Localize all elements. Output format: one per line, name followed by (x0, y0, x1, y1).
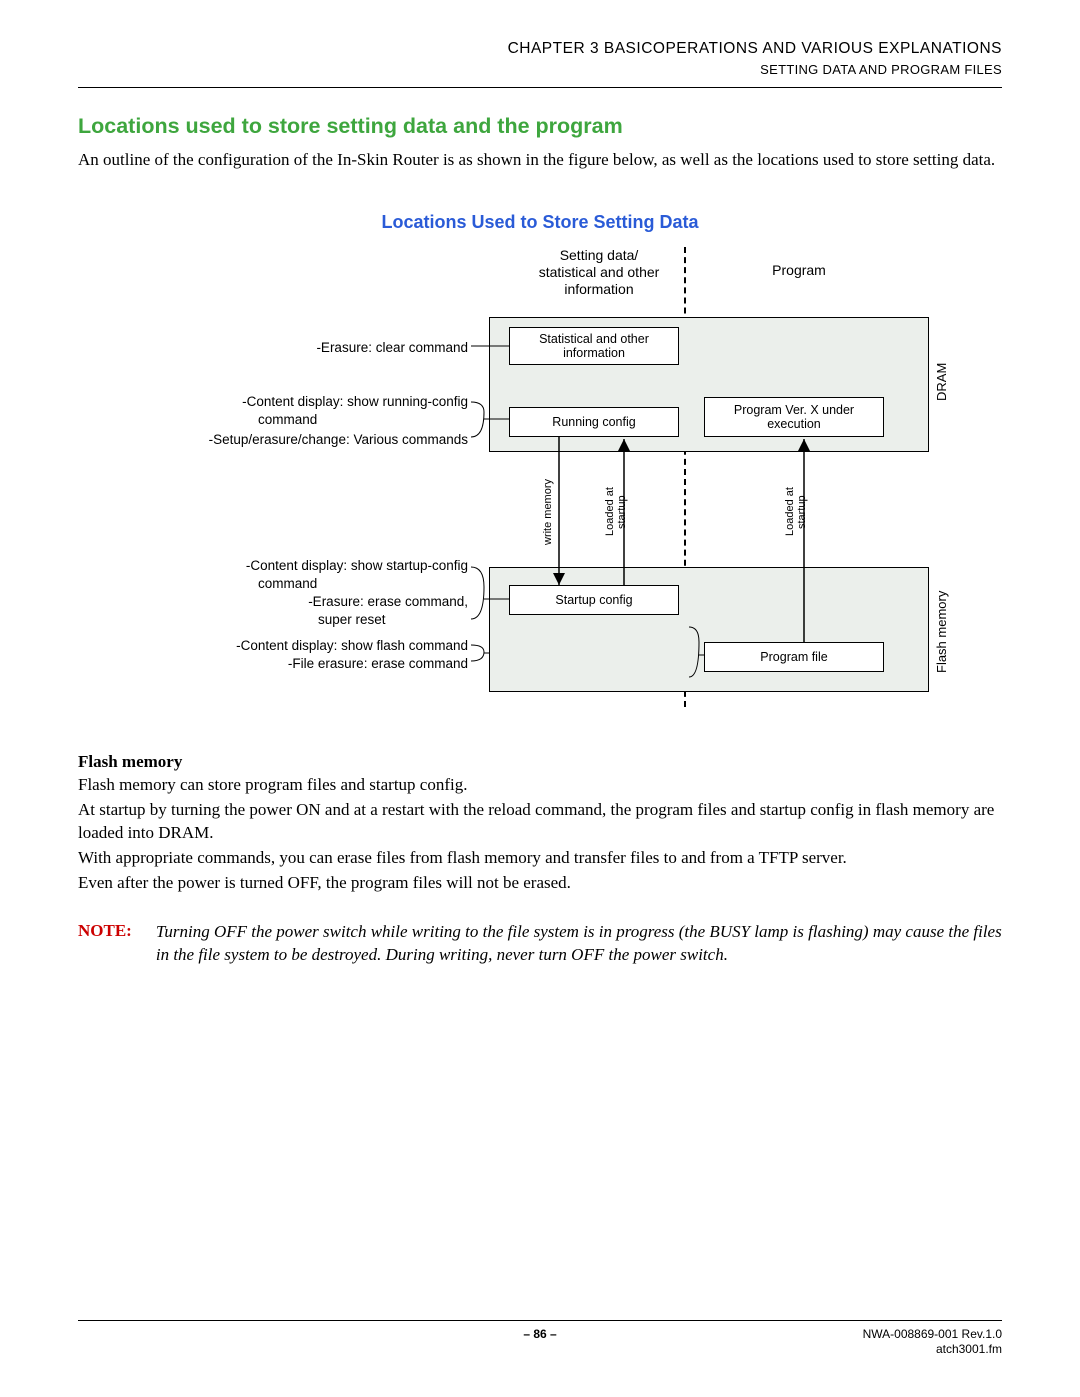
annot-erase-cmd-b: super reset (318, 611, 468, 629)
page-number: – 86 – (278, 1327, 802, 1357)
flash-p2: At startup by turning the power ON and a… (78, 799, 1002, 845)
diagram: Setting data/statistical and otherinform… (144, 247, 936, 722)
annot-show-running-b: command (258, 411, 468, 429)
annot-show-flash: -Content display: show flash command (236, 637, 468, 655)
diagram-title: Locations Used to Store Setting Data (78, 212, 1002, 233)
box-startup-config: Startup config (509, 585, 679, 615)
doc-id: NWA-008869-001 Rev.1.0 (802, 1327, 1002, 1342)
annot-setup-various: -Setup/erasure/change: Various commands (209, 431, 468, 449)
section-header: SETTING DATA AND PROGRAM FILES (78, 62, 1002, 77)
chapter-header: CHAPTER 3 BASICOPERATIONS AND VARIOUS EX… (78, 40, 1002, 58)
note-block: NOTE: Turning OFF the power switch while… (78, 921, 1002, 967)
col-header-left: Setting data/statistical and otherinform… (514, 247, 684, 297)
doc-file: atch3001.fm (802, 1342, 1002, 1357)
annot-erase-cmd-a: -Erasure: erase command, (308, 593, 468, 611)
page-footer: – 86 – NWA-008869-001 Rev.1.0 atch3001.f… (78, 1320, 1002, 1357)
box-statistical: Statistical and otherinformation (509, 327, 679, 365)
intro-paragraph: An outline of the configuration of the I… (78, 149, 1002, 172)
flash-p3: With appropriate commands, you can erase… (78, 847, 1002, 870)
flash-p4: Even after the power is turned OFF, the … (78, 872, 1002, 895)
flash-subhead: Flash memory (78, 752, 1002, 772)
annot-file-erasure: -File erasure: erase command (288, 655, 468, 673)
label-write-memory: write memory (542, 472, 554, 552)
bottom-rule (78, 1320, 1002, 1321)
note-text: Turning OFF the power switch while writi… (156, 921, 1002, 967)
label-loaded-startup-2: Loaded atstartup (784, 472, 808, 552)
box-program-exec: Program Ver. X underexecution (704, 397, 884, 437)
annot-show-startup-a: -Content display: show startup-config (246, 557, 468, 575)
top-rule (78, 87, 1002, 88)
box-running-config: Running config (509, 407, 679, 437)
section-title: Locations used to store setting data and… (78, 114, 1002, 139)
flash-label: Flash memory (934, 577, 949, 687)
annot-show-startup-b: command (258, 575, 468, 593)
annot-erasure-clear: -Erasure: clear command (316, 339, 468, 357)
note-label: NOTE: (78, 921, 132, 967)
dram-label: DRAM (934, 342, 949, 422)
flash-p1: Flash memory can store program files and… (78, 774, 1002, 797)
box-program-file: Program file (704, 642, 884, 672)
label-loaded-startup-1: Loaded atstartup (604, 472, 628, 552)
col-header-right: Program (724, 262, 874, 279)
annot-show-running-a: -Content display: show running-config (242, 393, 468, 411)
